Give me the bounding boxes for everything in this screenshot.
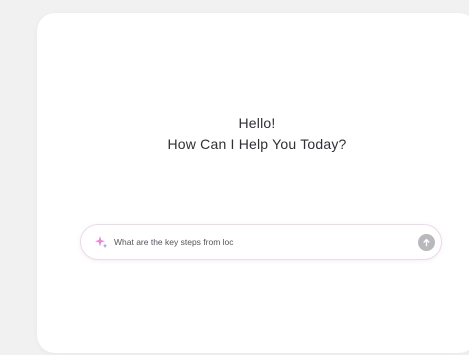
greeting-question: How Can I Help You Today?: [167, 136, 347, 152]
send-button[interactable]: [418, 233, 435, 251]
greeting-hello: Hello!: [238, 115, 276, 131]
arrow-up-icon: [423, 238, 430, 246]
sparkle-icon: [94, 235, 108, 249]
prompt-bar[interactable]: [80, 224, 442, 260]
prompt-input[interactable]: [114, 237, 418, 247]
chat-card: Hello! How Can I Help You Today?: [37, 13, 469, 353]
